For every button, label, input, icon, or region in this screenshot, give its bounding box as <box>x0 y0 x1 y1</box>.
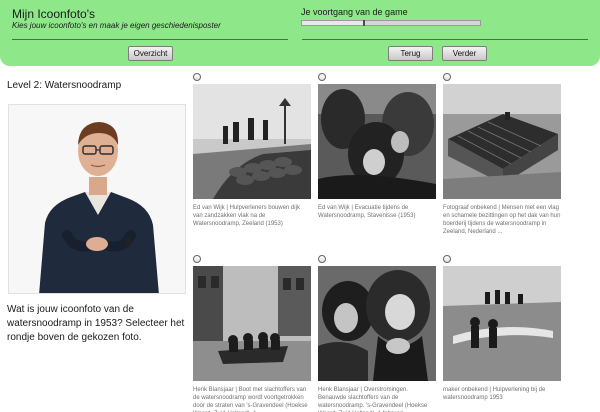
question-text: Wat is jouw icoonfoto van de watersnoodr… <box>7 304 185 343</box>
photo-5-image <box>318 266 436 381</box>
next-button[interactable]: Verder <box>442 46 487 61</box>
presenter-figure <box>9 105 185 293</box>
header-divider-right <box>302 39 588 40</box>
photo-6-caption: maker onbekend | Hulpverlening bij de wa… <box>443 387 546 401</box>
overview-button[interactable]: Overzicht <box>128 46 173 61</box>
header-bar: Mijn Icoonfoto's Kies jouw icoonfoto's e… <box>0 0 600 66</box>
level-title: Level 2: Watersnoodramp <box>7 80 122 91</box>
header-divider-left <box>12 39 288 40</box>
photo-6-radio[interactable] <box>443 255 451 263</box>
photo-5-caption: Henk Blansjaar | Overstromingen. Benauwd… <box>318 387 428 412</box>
photo-2-caption: Ed van Wijk | Evacuatie tijdens de Water… <box>318 205 416 219</box>
photo-3-radio[interactable] <box>443 73 451 81</box>
photo-2-radio[interactable] <box>318 73 326 81</box>
progress-bar <box>301 20 481 26</box>
progress-fill <box>302 21 365 25</box>
app-title: Mijn Icoonfoto's <box>12 7 95 21</box>
photo-3-caption: Fotograaf onbekend | Mensen met een vlag… <box>443 205 561 235</box>
back-button[interactable]: Terug <box>388 46 433 61</box>
photo-5-radio[interactable] <box>318 255 326 263</box>
photo-1-radio[interactable] <box>193 73 201 81</box>
photo-4-image <box>193 266 311 381</box>
progress-label: Je voortgang van de game <box>301 7 408 17</box>
photo-1-caption: Ed van Wijk | Hulpverleners bouwen dijk … <box>193 205 300 227</box>
presenter-video[interactable] <box>8 104 186 294</box>
photo-6-image <box>443 266 561 381</box>
photo-4-caption: Henk Blansjaar | Boot met slachtoffers v… <box>193 387 308 412</box>
app-subtitle: Kies jouw icoonfoto's en maak je eigen g… <box>12 21 221 30</box>
photo-4-radio[interactable] <box>193 255 201 263</box>
progress-marker <box>363 20 366 26</box>
photo-1-image <box>193 84 311 199</box>
photo-3-image <box>443 84 561 199</box>
photo-2-image <box>318 84 436 199</box>
